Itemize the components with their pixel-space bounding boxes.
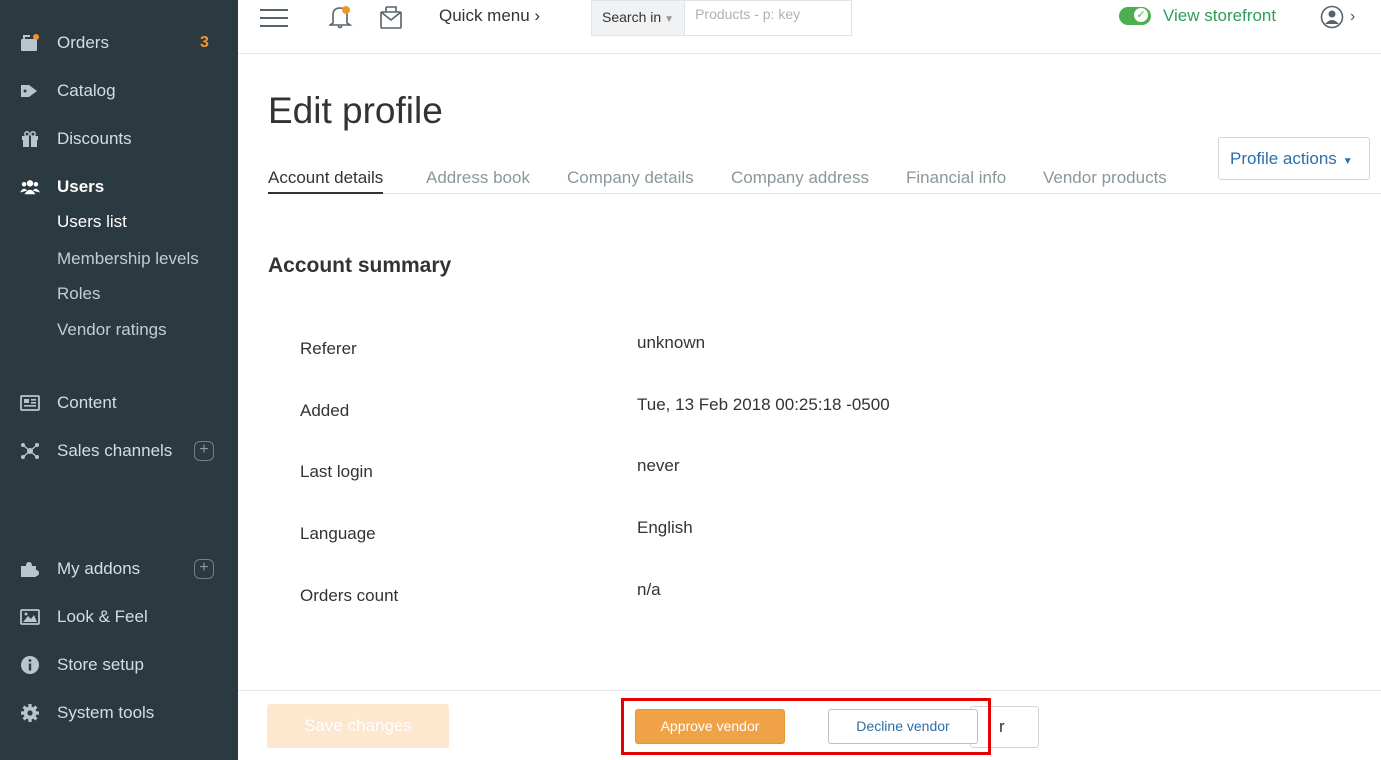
storefront-status-toggle[interactable] [1119, 7, 1151, 25]
quick-menu-button[interactable]: Quick menu › [439, 6, 540, 26]
sidebar-subitem-users-list[interactable]: Users list [57, 207, 127, 237]
tab-company-details[interactable]: Company details [567, 168, 694, 194]
sidebar-item-discounts[interactable]: Discounts [0, 121, 238, 157]
sidebar-subitem-roles[interactable]: Roles [57, 279, 100, 309]
puzzle-icon [20, 559, 40, 579]
sidebar-item-label: Sales channels [57, 441, 173, 460]
image-icon [20, 607, 40, 627]
profile-tabs: Account details Address book Company det… [268, 168, 1381, 194]
summary-label-last-login: Last login [300, 462, 373, 481]
view-storefront-label: View storefront [1163, 6, 1277, 25]
save-changes-button[interactable]: Save changes [267, 704, 449, 748]
add-sales-channel-button[interactable]: + [194, 441, 214, 461]
gear-icon [20, 703, 40, 723]
search-in-label: Search in [602, 9, 662, 25]
gift-icon [20, 129, 40, 149]
summary-value-last-login: never [637, 456, 680, 475]
section-title: Account summary [268, 254, 452, 277]
summary-label-referer: Referer [300, 339, 357, 358]
page-title: Edit profile [268, 90, 443, 131]
highlight-box [621, 698, 991, 755]
search-input[interactable] [684, 0, 853, 36]
sidebar-item-content[interactable]: Content [0, 385, 238, 421]
summary-value-orders-count: n/a [637, 580, 661, 599]
sidebar-item-label: Users [57, 177, 105, 196]
summary-label-orders-count: Orders count [300, 586, 399, 605]
notifications-bell-icon[interactable] [327, 3, 355, 31]
tab-address-book[interactable]: Address book [426, 168, 530, 194]
summary-value-referer: unknown [637, 333, 706, 352]
sidebar-item-label: Catalog [57, 81, 116, 100]
marketplace-icon[interactable] [378, 4, 404, 30]
summary-value-language: English [637, 518, 693, 537]
view-storefront-link[interactable]: View storefront [1119, 6, 1276, 26]
menu-toggle-icon[interactable] [260, 5, 288, 29]
sidebar-item-label: Store setup [57, 655, 144, 674]
user-menu-button[interactable]: › [1320, 5, 1355, 29]
summary-label-language: Language [300, 524, 376, 543]
sidebar-item-label: Discounts [57, 129, 132, 148]
sidebar-subitem-membership-levels[interactable]: Membership levels [57, 244, 199, 274]
user-menu-chevron: › [1350, 8, 1356, 25]
sidebar-item-label: Look & Feel [57, 607, 148, 626]
sidebar-item-label: System tools [57, 703, 155, 722]
sales-channels-icon [20, 441, 40, 461]
sidebar-item-store-setup[interactable]: Store setup [0, 647, 238, 683]
tab-vendor-products[interactable]: Vendor products [1043, 168, 1167, 194]
info-icon [20, 655, 40, 675]
add-addon-button[interactable]: + [194, 559, 214, 579]
notification-dot [342, 6, 350, 14]
tab-company-address[interactable]: Company address [731, 168, 869, 194]
sidebar-item-users[interactable]: Users [0, 169, 238, 205]
tag-icon [20, 81, 40, 101]
summary-value-added: Tue, 13 Feb 2018 00:25:18 -0500 [637, 395, 890, 414]
sidebar-item-catalog[interactable]: Catalog [0, 73, 238, 109]
profile-actions-label: Profile actions [1230, 149, 1337, 168]
users-icon [20, 177, 40, 197]
sidebar-item-label: Content [57, 393, 117, 412]
orders-count-badge: 3 [200, 34, 209, 51]
sidebar: Orders 3 Catalog Discounts Users Users l… [0, 0, 238, 760]
sidebar-item-system-tools[interactable]: System tools [0, 695, 238, 731]
sidebar-item-my-addons[interactable]: My addons + [0, 551, 238, 587]
sidebar-item-sales-channels[interactable]: Sales channels + [0, 433, 238, 469]
sidebar-item-orders[interactable]: Orders 3 [0, 25, 238, 61]
sidebar-subitem-vendor-ratings[interactable]: Vendor ratings [57, 315, 167, 345]
orders-icon [20, 33, 40, 53]
sidebar-item-label: Orders [57, 33, 109, 52]
user-avatar-icon [1320, 5, 1344, 29]
chevron-down-icon: ▼ [1342, 156, 1353, 167]
top-bar: Quick menu › Search in▼ View storefront … [238, 0, 1381, 54]
search-in-dropdown[interactable]: Search in ▼ [591, 0, 685, 36]
sidebar-item-label: My addons [57, 559, 141, 578]
summary-label-added: Added [300, 401, 350, 420]
search-bar: Search in ▼ [591, 0, 853, 36]
tab-account-details[interactable]: Account details [268, 168, 384, 194]
tab-financial-info[interactable]: Financial info [906, 168, 1006, 194]
chevron-down-icon: ▼ [664, 14, 675, 25]
content-icon [20, 393, 40, 413]
sidebar-item-look-feel[interactable]: Look & Feel [0, 599, 238, 635]
